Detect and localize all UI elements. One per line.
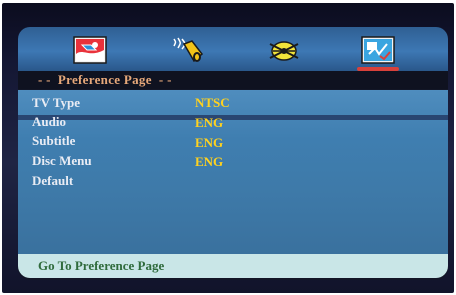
video-setup-icon[interactable] bbox=[267, 36, 301, 64]
audio-setup-icon[interactable] bbox=[170, 36, 204, 64]
setting-label: TV Type bbox=[32, 95, 81, 110]
general-setup-icon[interactable] bbox=[73, 36, 107, 64]
setting-value: NTSC bbox=[195, 95, 230, 110]
status-hint: Go To Preference Page bbox=[38, 258, 165, 273]
page-title: - - Preference Page - - bbox=[38, 72, 172, 87]
setting-label: Disc Menu bbox=[32, 153, 92, 168]
setting-label: Default bbox=[32, 173, 74, 188]
setting-label: Subtitle bbox=[32, 133, 76, 148]
setting-value: ENG bbox=[195, 115, 224, 130]
preference-setup-icon[interactable] bbox=[357, 36, 399, 71]
status-bar: Go To Preference Page bbox=[18, 254, 448, 278]
setting-label: Audio bbox=[32, 114, 66, 129]
setting-value: ENG bbox=[195, 135, 224, 150]
panel-divider bbox=[18, 115, 448, 120]
setting-value: ENG bbox=[195, 154, 224, 169]
page-header: - - Preference Page - - bbox=[18, 71, 448, 89]
setup-category-tray bbox=[18, 27, 448, 71]
